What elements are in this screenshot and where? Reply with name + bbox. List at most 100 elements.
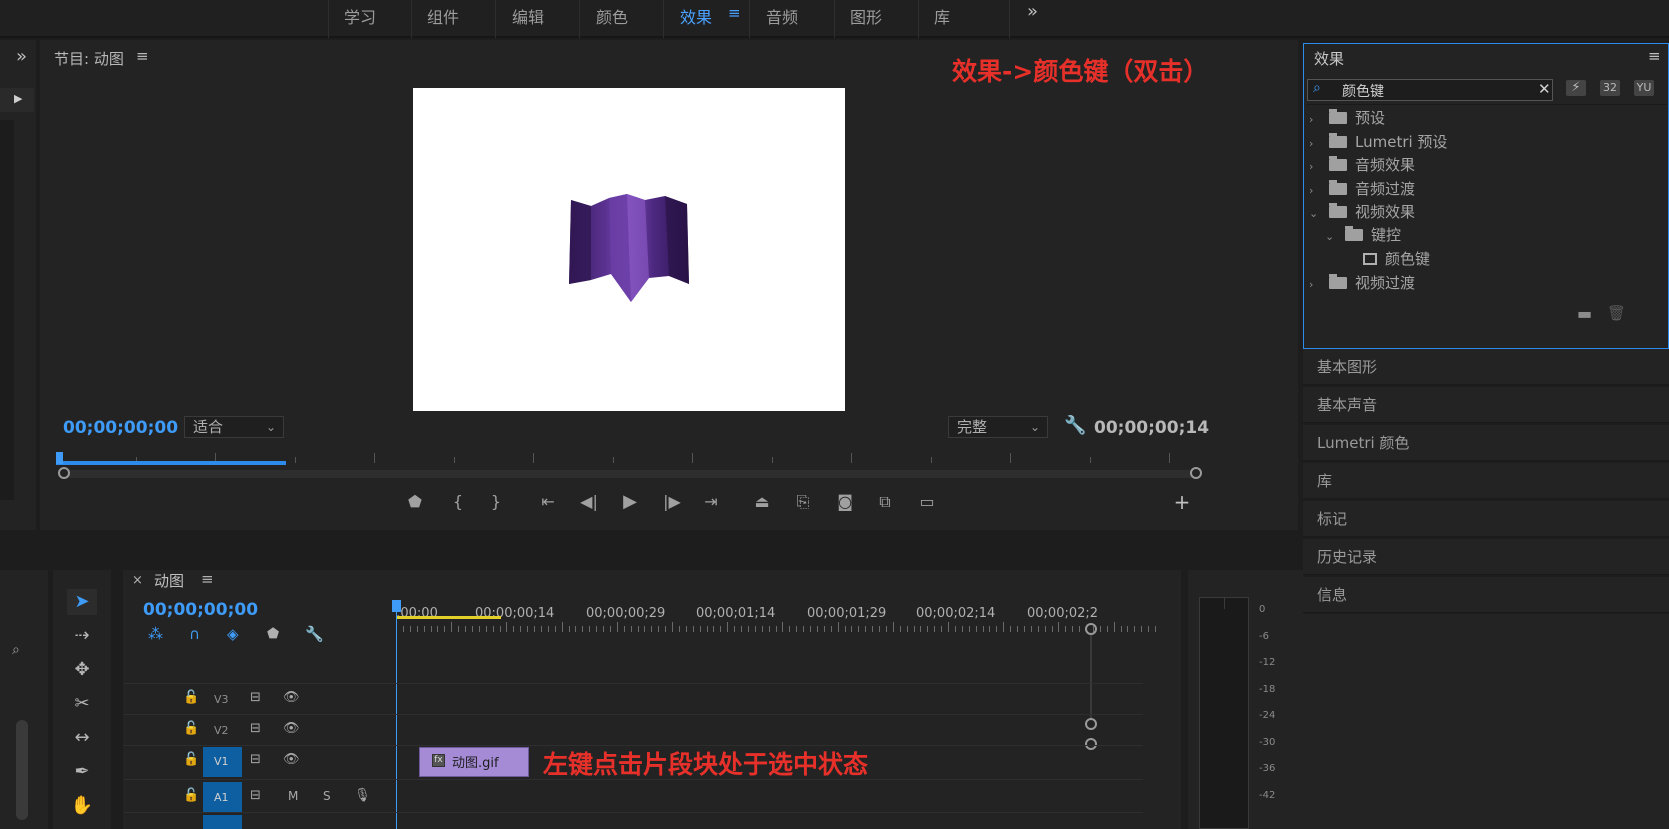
hamburger-icon[interactable]: ≡ bbox=[728, 4, 741, 22]
delete-icon[interactable]: 🗑 bbox=[1607, 304, 1626, 322]
sync-lock-icon[interactable]: ⊟ bbox=[250, 752, 261, 767]
vscroll-handle-bottom[interactable] bbox=[1085, 738, 1097, 750]
effects-title[interactable]: 效果 bbox=[1314, 48, 1344, 69]
close-icon[interactable]: × bbox=[132, 573, 143, 588]
camera-icon[interactable]: ◙ bbox=[833, 492, 857, 511]
nest-icon[interactable]: ⁂ bbox=[148, 625, 163, 643]
playhead-marker[interactable] bbox=[56, 452, 63, 464]
tree-item-color-key[interactable]: 颜色键 bbox=[1363, 247, 1430, 271]
vscroll-handle-mid[interactable] bbox=[1085, 718, 1097, 730]
panel-lumetri-color[interactable]: Lumetri 颜色 bbox=[1303, 425, 1669, 461]
lift-icon[interactable]: ⏏ bbox=[750, 492, 774, 511]
tree-item-audio-transitions[interactable]: › 音频过渡 bbox=[1309, 177, 1415, 201]
lock-icon[interactable]: 🔓 bbox=[183, 752, 199, 767]
video-clip[interactable]: fx 动图.gif bbox=[419, 747, 529, 777]
linked-selection-icon[interactable]: ◈ bbox=[227, 625, 239, 643]
workspace-tab-editing[interactable]: 编辑 bbox=[512, 4, 544, 28]
go-to-out-icon[interactable]: ⇥ bbox=[699, 492, 723, 511]
scroll-handle-left[interactable] bbox=[58, 467, 70, 479]
mute-button[interactable]: M bbox=[288, 789, 298, 803]
sync-lock-icon[interactable]: ⊟ bbox=[250, 690, 261, 705]
lock-icon[interactable]: 🔓 bbox=[183, 690, 199, 705]
slip-tool-icon[interactable]: ↔ bbox=[67, 725, 97, 751]
step-forward-icon[interactable]: |▶ bbox=[660, 492, 684, 511]
panel-info[interactable]: 信息 bbox=[1303, 577, 1669, 613]
workspace-tab-assembly[interactable]: 组件 bbox=[427, 4, 459, 28]
play-triangle-icon[interactable]: ▶ bbox=[14, 92, 22, 105]
32bit-effects-icon[interactable]: 32 bbox=[1600, 80, 1620, 96]
work-area-bar[interactable] bbox=[396, 616, 501, 619]
tree-item-lumetri-presets[interactable]: › Lumetri 预设 bbox=[1309, 130, 1447, 154]
ripple-edit-tool-icon[interactable]: ✥ bbox=[67, 657, 97, 683]
double-chevron-right-icon[interactable]: » bbox=[1027, 1, 1038, 22]
snap-magnet-icon[interactable]: ∩ bbox=[189, 625, 200, 643]
accelerated-effects-icon[interactable]: ⚡ bbox=[1566, 80, 1586, 96]
panel-menu-icon[interactable]: ≡ bbox=[201, 570, 214, 588]
vscroll-handle-top[interactable] bbox=[1085, 623, 1097, 635]
microphone-icon[interactable]: 🎙 bbox=[354, 788, 371, 803]
play-icon[interactable]: ▶ bbox=[618, 491, 642, 512]
panel-essential-graphics[interactable]: 基本图形 bbox=[1303, 349, 1669, 385]
panel-essential-sound[interactable]: 基本声音 bbox=[1303, 387, 1669, 423]
eye-icon[interactable]: 👁 bbox=[283, 721, 300, 736]
comparison-view-icon[interactable]: ⧉ bbox=[873, 492, 897, 512]
fit-dropdown[interactable]: 适合 ⌄ bbox=[184, 416, 284, 438]
go-to-in-icon[interactable]: ⇤ bbox=[536, 492, 560, 511]
wrench-icon[interactable]: 🔧 bbox=[1064, 415, 1086, 436]
effects-search-input[interactable]: ⌕ 颜色键 ✕ bbox=[1307, 79, 1553, 101]
mark-in-icon[interactable]: { bbox=[446, 492, 470, 511]
track-name-v3[interactable]: V3 bbox=[214, 693, 229, 706]
add-marker-icon[interactable]: ⬟ bbox=[267, 626, 279, 642]
yuv-effects-icon[interactable]: YU bbox=[1634, 80, 1654, 96]
panel-menu-icon[interactable]: ≡ bbox=[136, 47, 149, 65]
tree-item-presets[interactable]: › 预设 bbox=[1309, 106, 1385, 130]
track-name-a1[interactable]: A1 bbox=[214, 791, 229, 804]
tree-item-video-transitions[interactable]: › 视频过渡 bbox=[1309, 271, 1415, 295]
eye-icon[interactable]: 👁 bbox=[283, 752, 300, 767]
track-name-v1[interactable]: V1 bbox=[214, 755, 229, 768]
panel-history[interactable]: 历史记录 bbox=[1303, 539, 1669, 575]
workspace-tab-libraries[interactable]: 库 bbox=[934, 4, 950, 28]
scrollbar[interactable] bbox=[0, 120, 14, 500]
scroll-handle-right[interactable] bbox=[1190, 467, 1202, 479]
panel-libraries[interactable]: 库 bbox=[1303, 463, 1669, 499]
clear-search-icon[interactable]: ✕ bbox=[1538, 80, 1551, 98]
sequence-tab[interactable]: 动图 bbox=[154, 570, 184, 591]
zoom-scrollbar[interactable] bbox=[62, 470, 1198, 478]
workspace-tab-color[interactable]: 颜色 bbox=[596, 4, 628, 28]
add-marker-icon[interactable]: ⬟ bbox=[403, 492, 427, 511]
tree-item-audio-effects[interactable]: › 音频效果 bbox=[1309, 153, 1415, 177]
workspace-tab-effects[interactable]: 效果 bbox=[680, 4, 712, 28]
wrench-icon[interactable]: 🔧 bbox=[305, 625, 324, 643]
sync-lock-icon[interactable]: ⊟ bbox=[250, 788, 261, 803]
panel-markers[interactable]: 标记 bbox=[1303, 501, 1669, 537]
panel-menu-icon[interactable]: ≡ bbox=[1648, 47, 1661, 65]
solo-button[interactable]: S bbox=[323, 789, 331, 803]
track-name-v2[interactable]: V2 bbox=[214, 724, 229, 737]
lock-icon[interactable]: 🔓 bbox=[183, 788, 199, 803]
tree-item-video-effects[interactable]: ⌄ 视频效果 bbox=[1309, 200, 1415, 224]
time-ruler[interactable]: ;00;00 00;00;00;14 00;00;00;29 00;00;01;… bbox=[396, 598, 1156, 638]
new-folder-icon[interactable]: ▬ bbox=[1577, 304, 1592, 323]
search-bin-icon[interactable]: ⌕ bbox=[12, 642, 20, 658]
timeline-timecode[interactable]: 00;00;00;00 bbox=[143, 600, 258, 620]
scrollbar[interactable] bbox=[16, 720, 28, 820]
add-button-icon[interactable]: + bbox=[1170, 490, 1194, 514]
safe-margins-icon[interactable]: ▭ bbox=[915, 492, 939, 511]
eye-icon[interactable]: 👁 bbox=[283, 690, 300, 705]
vscroll-track[interactable] bbox=[1090, 635, 1092, 718]
workspace-tab-graphics[interactable]: 图形 bbox=[850, 4, 882, 28]
track-select-tool-icon[interactable]: ⇢ bbox=[67, 623, 97, 649]
pen-tool-icon[interactable]: ✒ bbox=[67, 759, 97, 785]
step-back-icon[interactable]: ◀| bbox=[577, 492, 601, 511]
sync-lock-icon[interactable]: ⊟ bbox=[250, 721, 261, 736]
lock-icon[interactable]: 🔓 bbox=[183, 721, 199, 736]
playhead-timecode[interactable]: 00;00;00;00 bbox=[63, 418, 178, 438]
mark-out-icon[interactable]: } bbox=[484, 492, 508, 511]
tree-item-keying[interactable]: ⌄ 键控 bbox=[1325, 223, 1401, 247]
workspace-tab-audio[interactable]: 音频 bbox=[766, 4, 798, 28]
source-patch-a2[interactable] bbox=[203, 815, 242, 829]
selection-tool-icon[interactable]: ➤ bbox=[67, 589, 97, 615]
playhead-line[interactable] bbox=[396, 610, 397, 829]
razor-tool-icon[interactable]: ✂ bbox=[67, 691, 97, 717]
